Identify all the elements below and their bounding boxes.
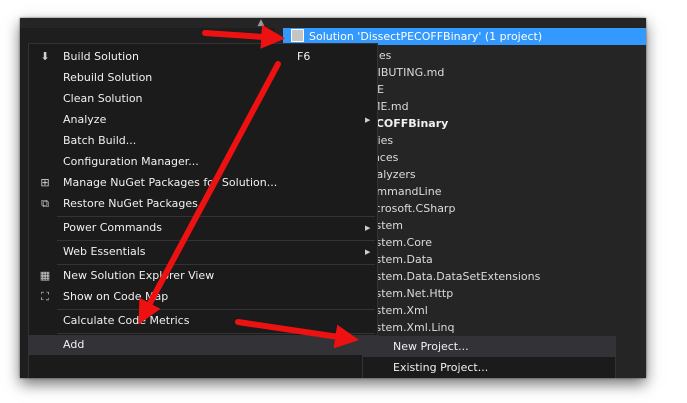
arrow-to-solution-node: [202, 24, 286, 49]
arrow-to-add-item: [138, 61, 281, 325]
arrow-to-new-project: [235, 319, 360, 349]
annotation-arrows: [138, 24, 360, 349]
visual-studio-screenshot: ▲ Solution 'DissectPECOFFBinary' (1 proj…: [20, 18, 646, 378]
